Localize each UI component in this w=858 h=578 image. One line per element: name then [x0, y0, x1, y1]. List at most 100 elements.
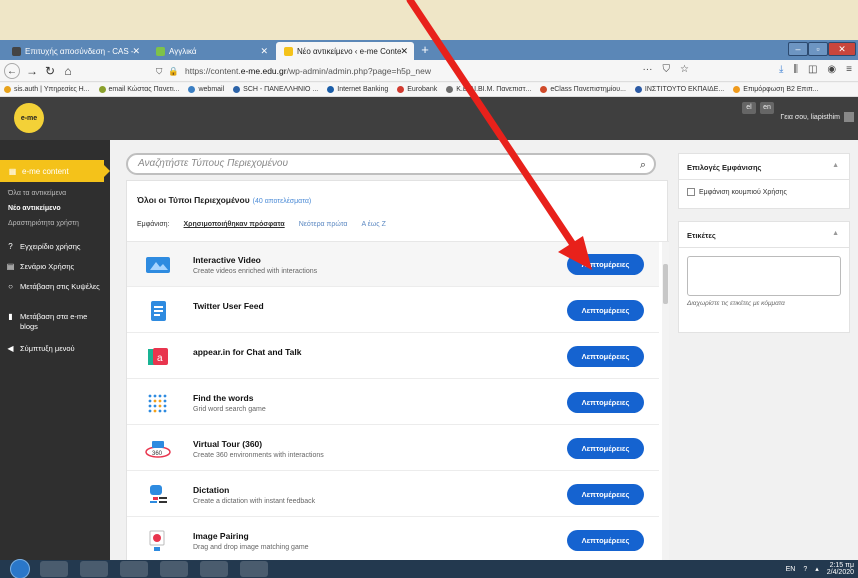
content-type-title[interactable]: Twitter User Feed	[193, 301, 264, 311]
content-type-title[interactable]: Image Pairing	[193, 531, 249, 541]
tab-english[interactable]: Αγγλικά ✕	[148, 42, 274, 60]
content-type-row[interactable]: Twitter User Feed Λεπτομέρειες	[127, 288, 659, 333]
tab-bar: Επιτυχής αποσύνδεση - CAS - ✕ Αγγλικά ✕ …	[0, 40, 858, 60]
content-type-title[interactable]: Find the words	[193, 393, 253, 403]
details-button[interactable]: Λεπτομέρειες	[567, 392, 644, 413]
eme-logo[interactable]: e-me	[14, 103, 44, 133]
content-type-row[interactable]: Image Pairing Drag and drop image matchin…	[127, 518, 659, 563]
bookmark-item[interactable]: eClass Πανεπιστημίου...	[540, 86, 626, 93]
library-icon[interactable]: ⫼	[793, 64, 798, 75]
taskbar-ie[interactable]	[80, 561, 108, 577]
close-tab-icon[interactable]: ✕	[260, 46, 268, 57]
pocket-icon[interactable]: ⛉	[662, 64, 670, 75]
bookmark-item[interactable]: Eurobank	[397, 86, 437, 93]
download-icon[interactable]: ⤓	[779, 64, 783, 75]
sort-a-to-z[interactable]: Α έως Ζ	[361, 221, 385, 228]
sidebar-item-eme-content[interactable]: ▦ e-me content	[0, 160, 110, 182]
display-options-header[interactable]: Επιλογές Εμφάνισης ▲	[679, 154, 849, 180]
sort-newest-first[interactable]: Νεότερα πρώτα	[299, 221, 348, 228]
content-type-row[interactable]: a appear.in for Chat and Talk Λεπτομέρειες	[127, 334, 659, 379]
forward-button[interactable]: →	[24, 63, 40, 79]
page-actions-icon[interactable]: ···	[642, 64, 652, 75]
account-icon[interactable]: ◉	[827, 64, 836, 75]
help-icon[interactable]: ?	[803, 566, 807, 573]
content-type-row[interactable]: Find the words Grid word search game Λεπτο…	[127, 380, 659, 425]
menu-icon[interactable]: ≡	[846, 64, 852, 75]
content-type-title[interactable]: Interactive Video	[193, 255, 261, 265]
back-button[interactable]: ←	[4, 63, 20, 79]
sidebar-item-manual[interactable]: ? Εγχειρίδιο χρήσης	[6, 242, 106, 252]
close-tab-icon[interactable]: ✕	[400, 46, 408, 57]
home-button[interactable]: ⌂	[60, 63, 76, 79]
details-button[interactable]: Λεπτομέρειες	[567, 346, 644, 367]
network-icon[interactable]: ▴	[815, 565, 819, 573]
tags-header[interactable]: Ετικέτες ▲	[679, 222, 849, 248]
taskbar-chrome[interactable]	[120, 561, 148, 577]
url-bar[interactable]: ⛉ 🔒 https://content.e-me.edu.gr/wp-admin…	[150, 62, 690, 80]
content-type-row[interactable]: Dictation Create a dictation with instant…	[127, 472, 659, 517]
search-icon[interactable]: ⌕	[640, 156, 646, 174]
display-options-title: Επιλογές Εμφάνισης	[687, 163, 762, 172]
taskbar-app[interactable]	[240, 561, 268, 577]
bookmark-item[interactable]: email Κώστας Πανετι...	[98, 86, 179, 93]
bookmark-icon	[634, 86, 642, 93]
details-button[interactable]: Λεπτομέρειες	[567, 438, 644, 459]
sidebar-item-collapse[interactable]: ◀ Σύμπτυξη μενού	[6, 344, 106, 354]
details-button[interactable]: Λεπτομέρειες	[567, 254, 644, 275]
clock[interactable]: 2:15 πμ 2/4/2020	[827, 562, 854, 576]
bookmark-item[interactable]: Επιμόρφωση Β2 Επιπ...	[733, 86, 819, 93]
content-type-title[interactable]: appear.in for Chat and Talk	[193, 347, 301, 357]
lang-el-button[interactable]: el	[742, 102, 756, 114]
list-scrollbar[interactable]	[662, 242, 669, 578]
close-tab-icon[interactable]: ✕	[132, 46, 140, 57]
sort-options: Εμφάνιση: Χρησιμοποιήθηκαν πρόσφατα Νεότ…	[137, 221, 386, 228]
content-type-title[interactable]: Virtual Tour (360)	[193, 439, 262, 449]
scroll-thumb[interactable]	[663, 264, 668, 304]
content-type-row[interactable]: Interactive Video Create videos enriched …	[127, 242, 659, 287]
sidebar-sub-user-activity[interactable]: Δραστηριότητα χρήστη	[8, 220, 79, 227]
close-window-button[interactable]: ✕	[828, 42, 856, 56]
avatar[interactable]	[844, 112, 854, 122]
new-tab-button[interactable]: +	[418, 42, 432, 58]
bookmark-star-icon[interactable]: ☆	[680, 64, 689, 75]
lang-en-button[interactable]: en	[760, 102, 774, 114]
bookmark-item[interactable]: webmail	[188, 86, 224, 93]
sidebar-sub-new-item[interactable]: Νέο αντικείμενο	[8, 205, 61, 212]
language-indicator[interactable]: EN	[786, 566, 796, 573]
tab-new-item[interactable]: Νέο αντικείμενο ‹ e-me Conte ✕	[276, 42, 414, 60]
bookmark-item[interactable]: sis.auth | Υπηρεσίες Η...	[4, 86, 90, 93]
details-button[interactable]: Λεπτομέρειες	[567, 300, 644, 321]
show-use-button-option[interactable]: Εμφάνιση κουμπιού Χρήσης	[679, 180, 849, 196]
sort-recently-used[interactable]: Χρησιμοποιήθηκαν πρόσφατα	[184, 221, 285, 228]
maximize-button[interactable]: ▫	[808, 42, 828, 56]
bookmark-item[interactable]: ΙΝΣΤΙΤΟΥΤΟ ΕΚΠΑΙΔΕ...	[634, 86, 724, 93]
clock-time: 2:15 πμ	[829, 562, 854, 569]
tab-cas[interactable]: Επιτυχής αποσύνδεση - CAS - ✕	[4, 42, 146, 60]
content-type-row[interactable]: 360 Virtual Tour (360) Create 360 environm…	[127, 426, 659, 471]
tags-textarea[interactable]	[687, 256, 841, 296]
details-button[interactable]: Λεπτομέρειες	[567, 484, 644, 505]
sidebar-item-scenario[interactable]: ▤ Σενάριο Χρήσης	[6, 262, 106, 272]
caret-up-icon[interactable]: ▲	[832, 230, 839, 237]
reload-button[interactable]: ↻	[42, 63, 58, 79]
taskbar-firefox[interactable]	[40, 561, 68, 577]
sidebar-sub-all-items[interactable]: Όλα τα αντικείμενα	[8, 190, 66, 197]
bookmark-item[interactable]: SCH - ΠΑΝΕΛΛΗΝΙΟ ...	[233, 86, 318, 93]
minimize-button[interactable]: –	[788, 42, 808, 56]
user-greeting[interactable]: Γεια σου, liapisthim	[780, 114, 840, 121]
sidebar-item-blogs[interactable]: ▮ Μετάβαση στα e-me blogs	[6, 312, 106, 332]
details-button[interactable]: Λεπτομέρειες	[567, 530, 644, 551]
main-content: Αναζητήστε Τύπους Περιεχομένου ⌕ Όλοι οι…	[110, 140, 670, 578]
sidebar-icon[interactable]: ◫	[808, 64, 817, 75]
taskbar-explorer[interactable]	[160, 561, 188, 577]
content-type-title[interactable]: Dictation	[193, 485, 229, 495]
sidebar-item-hives[interactable]: ○ Μετάβαση στις Κυψέλες	[6, 282, 106, 292]
bookmark-item[interactable]: Internet Banking	[327, 86, 388, 93]
start-button[interactable]	[10, 559, 30, 578]
caret-up-icon[interactable]: ▲	[832, 162, 839, 169]
search-input[interactable]: Αναζητήστε Τύπους Περιεχομένου ⌕	[126, 153, 656, 175]
show-use-button-checkbox[interactable]	[687, 188, 695, 196]
bookmark-label: Internet Banking	[337, 86, 389, 93]
taskbar-powerpoint[interactable]	[200, 561, 228, 577]
bookmark-item[interactable]: Κ.Ε.ΔΙ.ΒΙ.Μ. Πανεπιστ...	[446, 86, 531, 93]
